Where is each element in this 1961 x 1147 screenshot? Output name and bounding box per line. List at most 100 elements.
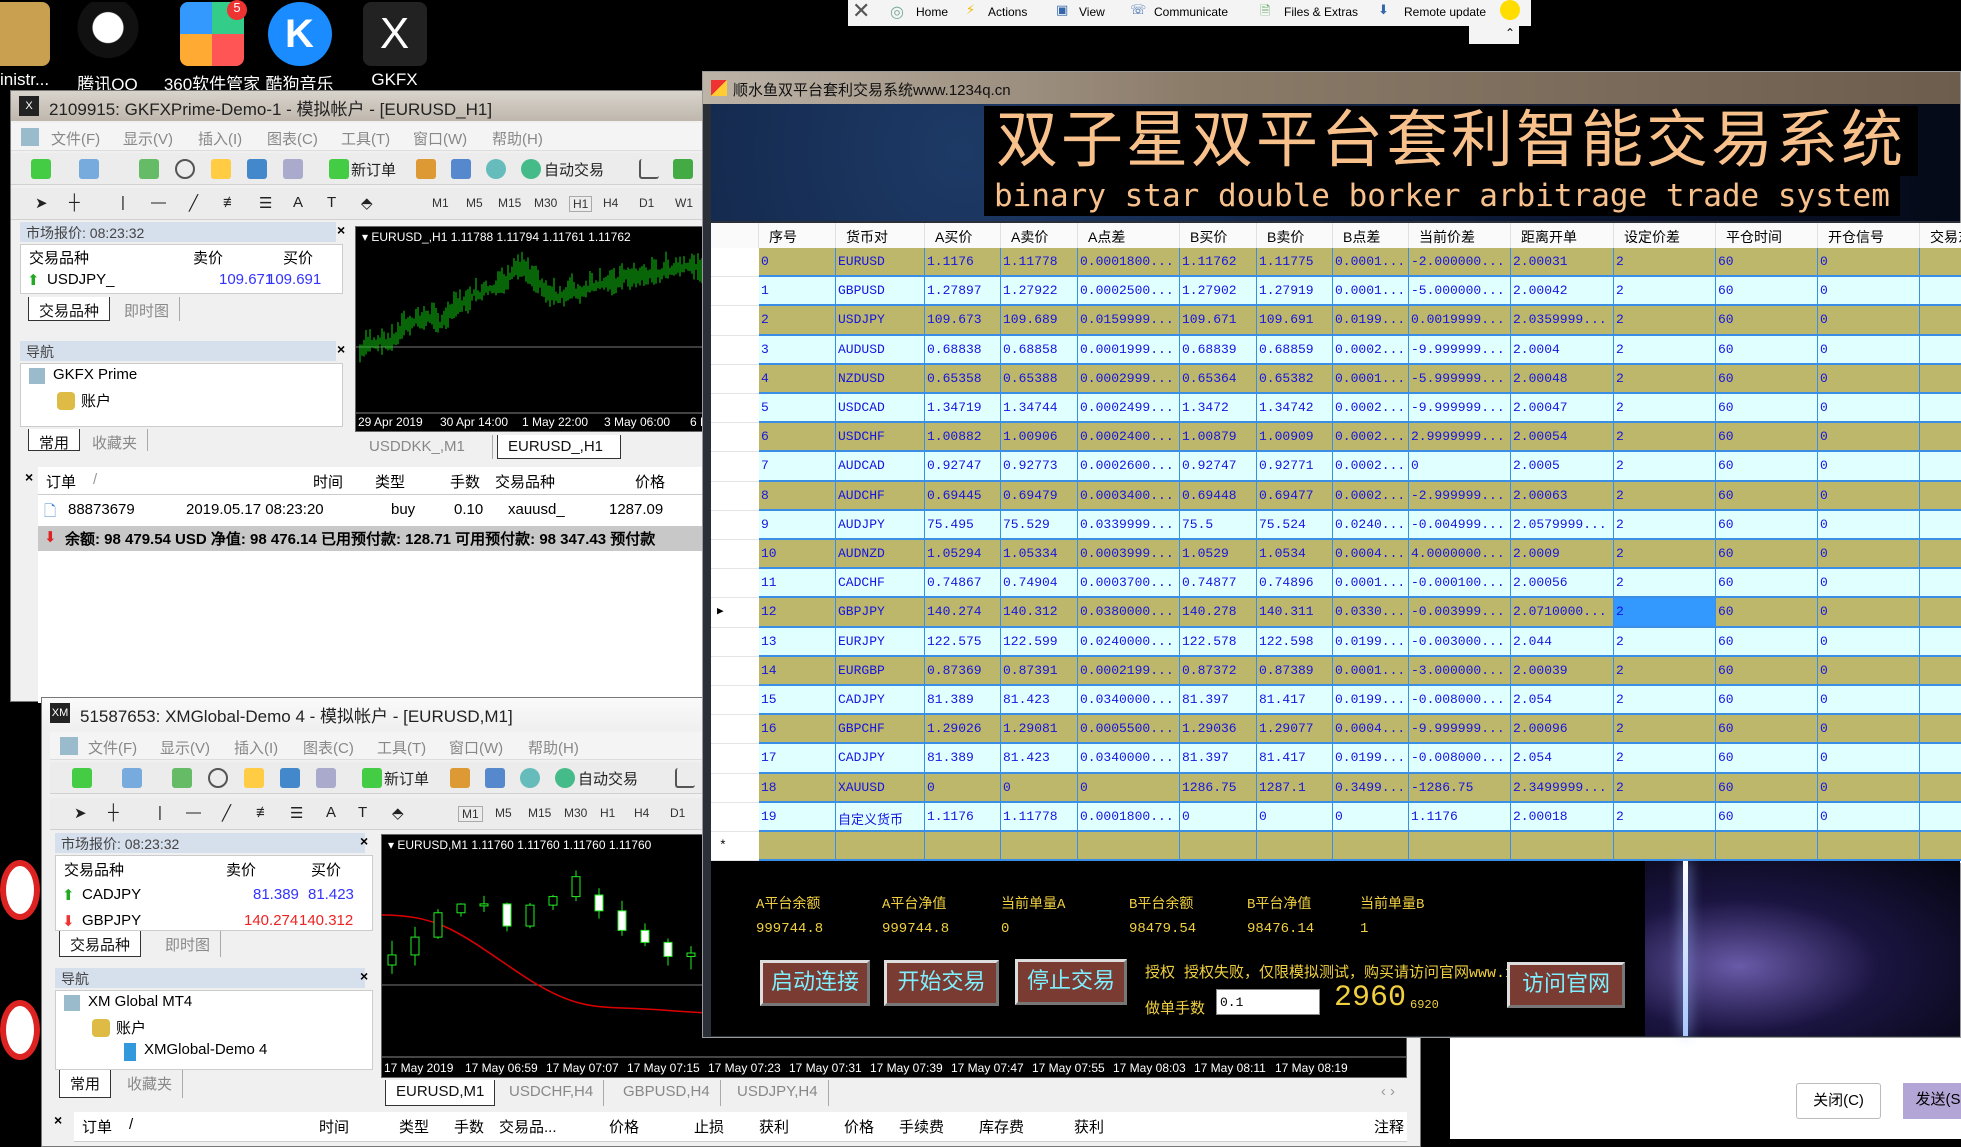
table-cell[interactable]: 0 bbox=[1818, 364, 1920, 394]
table-cell[interactable]: 1.11778 bbox=[1001, 802, 1078, 832]
signals-icon[interactable] bbox=[486, 159, 506, 179]
row-header[interactable]: * bbox=[711, 832, 759, 862]
table-cell[interactable]: 0.87372 bbox=[1180, 656, 1257, 686]
metaeditor-icon[interactable] bbox=[450, 768, 470, 788]
menu-view[interactable]: 显示(V) bbox=[160, 737, 210, 758]
table-cell[interactable] bbox=[1716, 832, 1818, 862]
timeframe-m15[interactable]: M15 bbox=[498, 196, 521, 210]
market-watch-icon[interactable] bbox=[172, 768, 192, 788]
timeframe-m1[interactable]: M1 bbox=[458, 806, 483, 822]
timeframe-h4[interactable]: H4 bbox=[634, 806, 649, 820]
column-header[interactable]: A买价 bbox=[925, 223, 1001, 248]
table-row[interactable]: 2 USDJPY 109.673 109.689 0.0159999... 109.671… bbox=[711, 306, 1961, 336]
connect-button[interactable]: 启动连接 bbox=[760, 960, 870, 1006]
row-header[interactable] bbox=[711, 248, 759, 278]
column-header[interactable]: 距离开单 bbox=[1511, 223, 1614, 248]
table-cell[interactable]: 0.92747 bbox=[925, 452, 1001, 482]
vertical-line-icon[interactable]: | bbox=[121, 194, 125, 211]
table-cell[interactable]: 0.65364 bbox=[1180, 364, 1257, 394]
chart-tab[interactable]: EURUSD,M1 bbox=[385, 1080, 496, 1106]
table-cell[interactable] bbox=[759, 832, 836, 862]
tab-common[interactable]: 常用 bbox=[28, 429, 81, 452]
tree-item[interactable]: GKFX Prime bbox=[53, 366, 137, 383]
table-cell[interactable]: 1.11778 bbox=[1001, 248, 1078, 278]
column-header[interactable]: 交易品种 bbox=[495, 471, 555, 492]
table-cell[interactable]: 2.00031 bbox=[1511, 248, 1614, 278]
table-cell[interactable]: 60 bbox=[1716, 686, 1818, 716]
timeframe-h1[interactable]: H1 bbox=[569, 196, 593, 212]
table-cell[interactable]: USDCAD bbox=[836, 394, 925, 424]
table-row[interactable]: 15 CADJPY 81.389 81.423 0.0340000... 81.397 81… bbox=[711, 686, 1961, 716]
table-cell[interactable]: 0.65382 bbox=[1257, 364, 1333, 394]
row-header[interactable] bbox=[711, 569, 759, 599]
row-header[interactable] bbox=[711, 364, 759, 394]
row-header[interactable] bbox=[711, 540, 759, 570]
table-cell[interactable]: 2 bbox=[1614, 335, 1716, 365]
table-cell[interactable]: 81.389 bbox=[925, 686, 1001, 716]
table-cell[interactable]: 2.054 bbox=[1511, 744, 1614, 774]
table-cell[interactable]: 1.34719 bbox=[925, 394, 1001, 424]
navigator-icon[interactable] bbox=[244, 768, 264, 788]
table-cell[interactable]: 140.312 bbox=[1001, 598, 1078, 628]
text-icon[interactable]: A bbox=[293, 194, 303, 211]
communicate-menu[interactable]: Communicate bbox=[1154, 5, 1228, 19]
table-cell[interactable]: GBPJPY bbox=[836, 598, 925, 628]
table-cell[interactable]: 2.00048 bbox=[1511, 364, 1614, 394]
table-row[interactable]: ▶ 12 GBPJPY 140.274 140.312 0.0380000... 140.2… bbox=[711, 598, 1961, 628]
table-cell[interactable] bbox=[1511, 832, 1614, 862]
column-header[interactable]: 价格 bbox=[609, 1116, 639, 1137]
column-header[interactable]: 设定价差 bbox=[1614, 223, 1716, 248]
table-cell[interactable]: 2 bbox=[1614, 569, 1716, 599]
table-cell[interactable]: 2.0004 bbox=[1511, 335, 1614, 365]
stop-trading-button[interactable]: 停止交易 bbox=[1015, 959, 1127, 1005]
table-cell[interactable]: 2.00096 bbox=[1511, 715, 1614, 745]
table-cell[interactable] bbox=[1257, 832, 1333, 862]
table-cell[interactable]: 0 bbox=[1818, 452, 1920, 482]
table-row[interactable]: 13 EURJPY 122.575 122.599 0.0240000... 122.57… bbox=[711, 627, 1961, 657]
table-cell[interactable]: 0.0199... bbox=[1333, 306, 1409, 336]
table-cell[interactable]: AUDCHF bbox=[836, 481, 925, 511]
table-cell[interactable]: 7 bbox=[759, 452, 836, 482]
table-row[interactable]: 4 NZDUSD 0.65358 0.65388 0.0002999... 0.65364… bbox=[711, 364, 1961, 394]
table-cell[interactable]: 2.0009 bbox=[1511, 540, 1614, 570]
table-cell[interactable]: 1.11775 bbox=[1257, 248, 1333, 278]
menu-view[interactable]: 显示(V) bbox=[123, 128, 173, 149]
table-cell[interactable]: 2.9999999... bbox=[1409, 423, 1511, 453]
table-cell[interactable]: 0 bbox=[1818, 569, 1920, 599]
tab-tick-chart[interactable]: 即时图 bbox=[155, 931, 222, 957]
table-cell[interactable]: -0.000100... bbox=[1409, 569, 1511, 599]
table-cell[interactable]: 0.69445 bbox=[925, 481, 1001, 511]
table-cell[interactable]: 17 bbox=[759, 744, 836, 774]
table-cell[interactable]: 2.00042 bbox=[1511, 277, 1614, 307]
signals-icon[interactable] bbox=[520, 768, 540, 788]
row-header[interactable] bbox=[711, 277, 759, 307]
menu-window[interactable]: 窗口(W) bbox=[449, 737, 503, 758]
table-cell[interactable]: 0.0001... bbox=[1333, 248, 1409, 278]
table-cell[interactable] bbox=[1180, 832, 1257, 862]
start-trading-button[interactable]: 开始交易 bbox=[884, 960, 999, 1006]
order-row[interactable]: 🗋 88873679 2019.05.17 08:23:20 buy 0.10 … bbox=[38, 499, 711, 524]
table-cell[interactable]: AUDNZD bbox=[836, 540, 925, 570]
table-cell[interactable]: 81.397 bbox=[1180, 744, 1257, 774]
column-header[interactable]: 手数 bbox=[454, 1116, 484, 1137]
table-cell[interactable]: 0.0002600... bbox=[1078, 452, 1180, 482]
pairs-grid[interactable]: 序号 货币对 A买价 A卖价 A点差 B买价 B卖价 B点差 当前价差 距离开单 设定价差 平仓时间开… bbox=[711, 223, 1961, 863]
column-header[interactable]: 序号 bbox=[759, 223, 836, 248]
table-cell[interactable]: 60 bbox=[1716, 335, 1818, 365]
crosshair-icon[interactable] bbox=[208, 768, 228, 788]
table-cell[interactable]: 1.05294 bbox=[925, 540, 1001, 570]
table-cell[interactable]: 2.00018 bbox=[1511, 802, 1614, 832]
table-cell[interactable]: 0.0240000... bbox=[1078, 627, 1180, 657]
tab-common[interactable]: 常用 bbox=[59, 1070, 112, 1098]
column-header[interactable]: 库存费 bbox=[979, 1116, 1024, 1137]
table-cell[interactable]: 0.0002... bbox=[1333, 335, 1409, 365]
table-cell[interactable]: EURUSD bbox=[836, 248, 925, 278]
table-cell[interactable]: 2 bbox=[1614, 510, 1716, 540]
table-cell[interactable]: AUDUSD bbox=[836, 335, 925, 365]
table-cell[interactable]: 0 bbox=[1001, 773, 1078, 803]
horizontal-line-icon[interactable]: — bbox=[151, 194, 166, 211]
table-cell[interactable]: 75.524 bbox=[1257, 510, 1333, 540]
table-cell[interactable]: 9 bbox=[759, 510, 836, 540]
text-label-icon[interactable]: T bbox=[327, 194, 336, 211]
table-cell[interactable]: 0.0001800... bbox=[1078, 802, 1180, 832]
